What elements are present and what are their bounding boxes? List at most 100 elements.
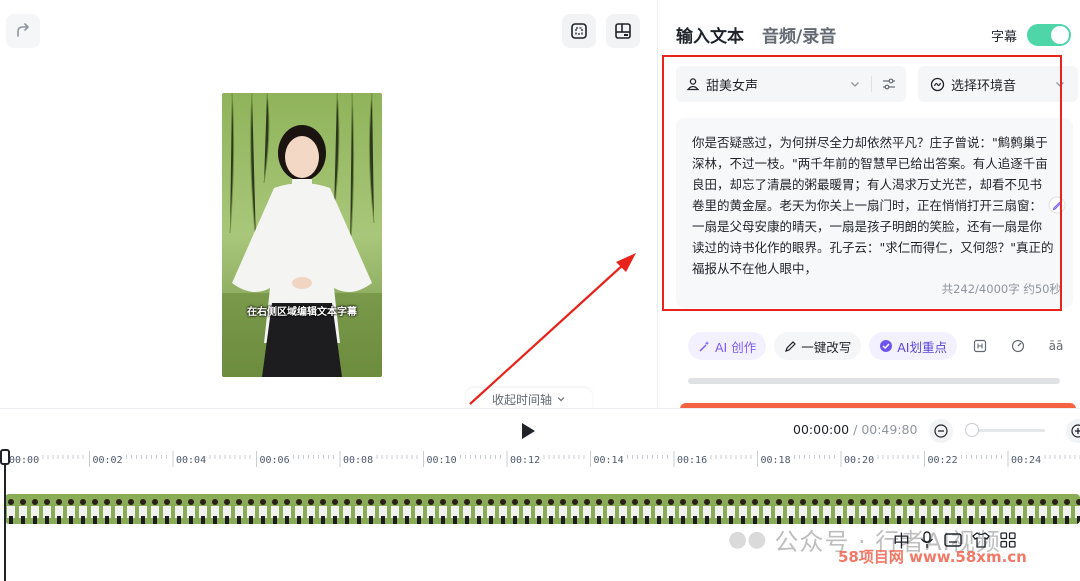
- pronunciation-button[interactable]: āā: [1041, 332, 1071, 360]
- track-thumbnail: [89, 494, 101, 524]
- track-thumbnail: [773, 494, 785, 524]
- track-thumbnail: [737, 494, 749, 524]
- track-thumbnail: [113, 494, 125, 524]
- track-thumbnail: [749, 494, 761, 524]
- collapse-timeline-button[interactable]: 收起时间轴: [466, 388, 592, 410]
- timeline-ruler[interactable]: 00:00 00:02 00:04 00:06 00:08 00:10 00:12 00:14…: [0, 451, 1080, 467]
- text-panel: 输入文本 音频/录音 字幕 甜美女声 选择环境音 你是否疑惑过，为何拼尽全力却依…: [657, 0, 1080, 415]
- time-display: 00:00:00 / 00:49:80: [793, 422, 917, 437]
- track-thumbnail: [869, 494, 881, 524]
- subtitle-toggle-label: 字幕: [991, 29, 1018, 45]
- track-thumbnail: [413, 494, 425, 524]
- track-thumbnail: [653, 494, 665, 524]
- track-thumbnail: [953, 494, 965, 524]
- script-text[interactable]: 你是否疑惑过，为何拼尽全力却依然平凡？庄子曾说："鹪鹩巢于深林，不过一枝。"两千…: [692, 132, 1054, 280]
- layout-button[interactable]: [606, 14, 640, 48]
- track-thumbnail: [425, 494, 437, 524]
- tab-audio-recording[interactable]: 音频/录音: [762, 22, 836, 47]
- ruler-tick-label: 00:24: [1011, 455, 1042, 466]
- track-thumbnail: [257, 494, 269, 524]
- track-thumbnail: [905, 494, 917, 524]
- track-thumbnail: [533, 494, 545, 524]
- subtitle-toggle-switch[interactable]: [1027, 24, 1072, 46]
- microphone-icon[interactable]: [920, 530, 934, 549]
- ambient-sound-selector[interactable]: 选择环境音: [918, 66, 1078, 102]
- ruler-tick-label: 00:18: [760, 455, 791, 466]
- track-thumbnail: [965, 494, 977, 524]
- track-thumbnail: [977, 494, 989, 524]
- speed-button[interactable]: [1003, 332, 1033, 360]
- video-preview-area: 在右侧区域编辑文本字幕 收起时间轴: [0, 0, 657, 410]
- video-track[interactable]: [5, 494, 1080, 524]
- playhead-handle[interactable]: [0, 449, 10, 465]
- ruler-tick-label: 00:02: [92, 455, 123, 466]
- magic-wand-icon: [699, 340, 710, 352]
- subtitle-overlay[interactable]: 在右侧区域编辑文本字幕: [222, 303, 382, 318]
- track-thumbnail: [437, 494, 449, 524]
- track-thumbnail: [593, 494, 605, 524]
- layout-icon: [615, 23, 631, 39]
- track-thumbnail: [1013, 494, 1025, 524]
- track-thumbnail: [581, 494, 593, 524]
- track-thumbnail: [1073, 494, 1080, 524]
- rewrite-label: 一键改写: [801, 339, 852, 355]
- video-frame[interactable]: 在右侧区域编辑文本字幕: [222, 93, 382, 377]
- settings-sliders-icon[interactable]: [882, 77, 896, 91]
- track-thumbnail: [449, 494, 461, 524]
- ruler-tick-label: 00:16: [677, 455, 708, 466]
- shirt-icon[interactable]: [972, 531, 990, 548]
- edit-pen-icon[interactable]: [1048, 196, 1066, 214]
- track-thumbnail: [521, 494, 533, 524]
- zoom-in-button[interactable]: [1066, 419, 1080, 443]
- chevron-down-icon: [557, 397, 565, 402]
- ambient-sound-icon: [930, 77, 945, 91]
- playhead[interactable]: [4, 449, 6, 581]
- ruler-tick-label: 00:08: [343, 455, 374, 466]
- divider: [871, 76, 872, 92]
- redo-button[interactable]: [6, 14, 40, 48]
- track-thumbnail: [353, 494, 365, 524]
- video-track-thumbnails: [5, 494, 1080, 524]
- grid-icon[interactable]: [1000, 531, 1016, 548]
- play-button[interactable]: [519, 421, 537, 445]
- track-thumbnail: [833, 494, 845, 524]
- crop-button[interactable]: [562, 14, 596, 48]
- ruler-tick-label: 00:22: [927, 455, 958, 466]
- ai-create-button[interactable]: AI 创作: [688, 332, 767, 360]
- zoom-slider-handle[interactable]: [965, 423, 979, 437]
- track-thumbnail: [917, 494, 929, 524]
- script-text-editor[interactable]: 你是否疑惑过，为何拼尽全力却依然平凡？庄子曾说："鹪鹩巢于深林，不过一枝。"两千…: [676, 118, 1073, 308]
- track-thumbnail: [761, 494, 773, 524]
- voice-selector[interactable]: 甜美女声: [676, 66, 906, 102]
- track-thumbnail: [293, 494, 305, 524]
- ime-mode-label[interactable]: 中: [893, 527, 910, 552]
- format-button[interactable]: [965, 332, 995, 360]
- track-thumbnail: [101, 494, 113, 524]
- track-thumbnail: [125, 494, 137, 524]
- plus-icon: [1071, 424, 1080, 438]
- track-thumbnail: [509, 494, 521, 524]
- rewrite-button[interactable]: 一键改写: [774, 332, 862, 360]
- ruler-tick-label: 00:20: [844, 455, 875, 466]
- track-thumbnail: [65, 494, 77, 524]
- horizontal-scrollbar[interactable]: [688, 378, 1060, 384]
- keyboard-icon[interactable]: [944, 532, 962, 548]
- crop-icon: [571, 23, 587, 39]
- collapse-timeline-label: 收起时间轴: [491, 392, 552, 407]
- track-thumbnail: [377, 494, 389, 524]
- ruler-tick-label: 00:00: [9, 455, 40, 466]
- track-thumbnail: [1049, 494, 1061, 524]
- ruler-tick-label: 00:12: [510, 455, 541, 466]
- ai-highlight-label: AI划重点: [897, 339, 947, 355]
- track-thumbnail: [941, 494, 953, 524]
- ai-highlight-button[interactable]: AI划重点: [869, 332, 957, 360]
- person-icon: [686, 78, 700, 91]
- zoom-out-button[interactable]: [929, 419, 953, 443]
- track-thumbnail: [881, 494, 893, 524]
- tab-input-text[interactable]: 输入文本: [676, 22, 744, 47]
- wechat-icon: ●●: [728, 527, 767, 552]
- track-thumbnail: [1025, 494, 1037, 524]
- total-time: 00:49:80: [861, 422, 918, 437]
- track-thumbnail: [53, 494, 65, 524]
- track-thumbnail: [725, 494, 737, 524]
